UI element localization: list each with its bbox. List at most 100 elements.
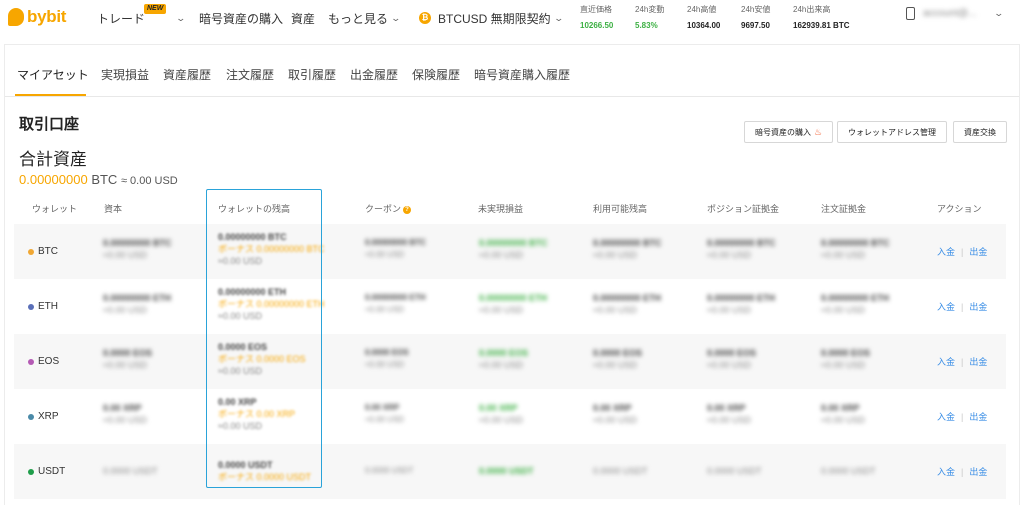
total-assets-label: 合計資産 <box>19 150 87 169</box>
coupon-value: 0.00000000 BTC <box>365 238 426 247</box>
available-balance-cell: 0.0000 USDT <box>593 465 648 477</box>
row-actions: 入金 | 出金 <box>937 224 987 279</box>
withdraw-link[interactable]: 出金 <box>969 355 987 368</box>
equity-cell: 0.00 XRP ≈0.00 USD <box>103 402 147 426</box>
nav-contract-selector[interactable]: ₿ BTCUSD 無期限契約 ⌄ <box>419 8 564 28</box>
new-badge: NEW <box>144 4 167 14</box>
equity-cell: 0.0000 EOS ≈0.00 USD <box>103 347 152 371</box>
bybit-logo[interactable]: bybit <box>8 6 66 28</box>
tab-realized-pnl[interactable]: 実現損益 <box>101 66 149 83</box>
position-margin-value: 0.0000 EOS <box>707 348 757 358</box>
deposit-link[interactable]: 入金 <box>937 245 955 258</box>
wallet-coin: ETH <box>28 279 58 334</box>
unrealized-pnl-value: 0.00000000 ETH <box>479 293 548 303</box>
position-margin-value: 0.0000 USDT <box>707 466 762 476</box>
equity-usd: ≈0.00 USD <box>103 250 147 260</box>
wallet-balance-usd: ≈0.00 USD <box>218 366 262 376</box>
total-btc-unit: BTC <box>91 172 118 187</box>
order-margin-cell: 0.00 XRP ≈0.00 USD <box>821 402 865 426</box>
col-header-order-margin: 注文証拠金 <box>821 204 867 214</box>
wallet-coin: BTC <box>28 224 58 279</box>
position-margin-usd: ≈0.00 USD <box>707 305 751 315</box>
wallet-balance-cell: 0.00 XRP ボーナス 0.00 XRP ≈0.00 USD <box>218 396 295 432</box>
nav-trade[interactable]: トレード NEW ⌄ <box>97 4 186 28</box>
withdraw-link[interactable]: 出金 <box>969 245 987 258</box>
ticker-24h-volume: 24h出来高 162939.81 BTC <box>793 4 849 30</box>
coin-name: ETH <box>38 301 58 312</box>
coin-name: XRP <box>38 411 59 422</box>
bybit-logo-icon <box>8 8 24 26</box>
account-menu[interactable]: account@... ⌄ <box>906 7 1004 20</box>
deposit-link[interactable]: 入金 <box>937 300 955 313</box>
available-balance-cell: 0.00000000 ETH ≈0.00 USD <box>593 292 661 316</box>
ticker-value: 9697.50 <box>741 21 770 30</box>
coupon-usd: ≈0.00 USD <box>365 250 405 259</box>
equity-cell: 0.00000000 ETH ≈0.00 USD <box>103 292 171 316</box>
tab-crypto-purchase-history[interactable]: 暗号資産購入履歴 <box>474 66 570 83</box>
col-header-coupon-label: クーポン <box>365 204 402 214</box>
tab-order-history[interactable]: 注文履歴 <box>226 66 274 83</box>
table-row: BTC 0.00000000 BTC ≈0.00 USD 0.00000000 B… <box>14 224 1006 279</box>
wallet-balance-cell: 0.0000 EOS ボーナス 0.0000 EOS ≈0.00 USD <box>218 341 306 377</box>
deposit-link[interactable]: 入金 <box>937 355 955 368</box>
ticker-label: 24h変動 <box>635 5 665 14</box>
tab-asset-history[interactable]: 資産履歴 <box>163 66 211 83</box>
asset-exchange-button-label: 資産交換 <box>964 127 996 137</box>
order-margin-cell: 0.0000 USDT <box>821 465 876 477</box>
nav-buy-crypto-label: 暗号資産の購入 <box>199 11 284 26</box>
order-margin-value: 0.0000 EOS <box>821 348 871 358</box>
unrealized-pnl-usd: ≈0.00 USD <box>479 305 523 315</box>
equity-usd: ≈0.00 USD <box>103 360 147 370</box>
row-actions: 入金 | 出金 <box>937 444 987 499</box>
unrealized-pnl-cell: 0.0000 EOS ≈0.00 USD <box>479 347 528 371</box>
available-balance-cell: 0.00000000 BTC ≈0.00 USD <box>593 237 662 261</box>
wallet-address-button-label: ウォレットアドレス管理 <box>848 127 936 137</box>
col-header-unrealized-pnl: 未実現損益 <box>478 204 524 214</box>
wallet-bonus-value: ボーナス 0.0000 USDT <box>218 472 312 482</box>
withdraw-link[interactable]: 出金 <box>969 300 987 313</box>
col-header-position-margin: ポジション証拠金 <box>707 204 780 214</box>
wallet-balance-usd: ≈0.00 USD <box>218 256 262 266</box>
wallet-address-button[interactable]: ウォレットアドレス管理 <box>837 121 947 143</box>
nav-trade-label: トレード <box>97 11 146 26</box>
equity-cell: 0.0000 USDT <box>103 465 158 477</box>
coupon-cell: 0.0000 EOS ≈0.00 USD <box>365 347 409 371</box>
wallet-balance-usd: ≈0.00 USD <box>218 311 262 321</box>
row-actions: 入金 | 出金 <box>937 279 987 334</box>
withdraw-link[interactable]: 出金 <box>969 465 987 478</box>
unrealized-pnl-cell: 0.00 XRP ≈0.00 USD <box>479 402 523 426</box>
deposit-link[interactable]: 入金 <box>937 410 955 423</box>
nav-more[interactable]: もっと見る ⌄ <box>328 8 401 28</box>
table-row: XRP 0.00 XRP ≈0.00 USD 0.00 XRP ボーナス 0.00 … <box>14 389 1006 444</box>
coin-dot-icon <box>28 413 34 420</box>
ticker-label: 24h出来高 <box>793 5 831 14</box>
tab-insurance-history[interactable]: 保険履歴 <box>412 66 460 83</box>
tab-trade-history[interactable]: 取引履歴 <box>288 66 336 83</box>
col-header-coupon: クーポン? <box>365 202 412 215</box>
withdraw-link[interactable]: 出金 <box>969 410 987 423</box>
coupon-usd: ≈0.00 USD <box>365 305 405 314</box>
equity-usd: ≈0.00 USD <box>103 305 147 315</box>
ticker-24h-low: 24h安値 9697.50 <box>741 4 770 30</box>
col-header-actions: アクション <box>937 204 982 214</box>
buy-crypto-button[interactable]: 暗号資産の購入 ♨ <box>744 121 834 143</box>
position-margin-usd: ≈0.00 USD <box>707 360 751 370</box>
wallet-balance-cell: 0.00000000 BTC ボーナス 0.00000000 BTC ≈0.00 U… <box>218 231 325 267</box>
ticker-24h-change: 24h変動 5.83% <box>635 4 664 30</box>
wallet-balance-usd: ≈0.00 USD <box>218 421 262 431</box>
available-balance-cell: 0.0000 EOS ≈0.00 USD <box>593 347 642 371</box>
available-balance-usd: ≈0.00 USD <box>593 305 637 315</box>
tab-withdrawal-history[interactable]: 出金履歴 <box>350 66 398 83</box>
asset-exchange-button[interactable]: 資産交換 <box>953 121 1007 143</box>
tab-my-assets[interactable]: マイアセット <box>17 66 89 83</box>
available-balance-usd: ≈0.00 USD <box>593 250 637 260</box>
deposit-link[interactable]: 入金 <box>937 465 955 478</box>
available-balance-value: 0.00000000 ETH <box>593 293 662 303</box>
coin-dot-icon <box>28 468 34 475</box>
available-balance-value: 0.0000 USDT <box>593 466 648 476</box>
unrealized-pnl-usd: ≈0.00 USD <box>479 250 523 260</box>
nav-buy-crypto[interactable]: 暗号資産の購入 <box>199 8 283 28</box>
ticker-label: 24h高値 <box>687 5 717 14</box>
nav-assets[interactable]: 資産 <box>291 8 315 28</box>
help-icon[interactable]: ? <box>403 205 412 214</box>
